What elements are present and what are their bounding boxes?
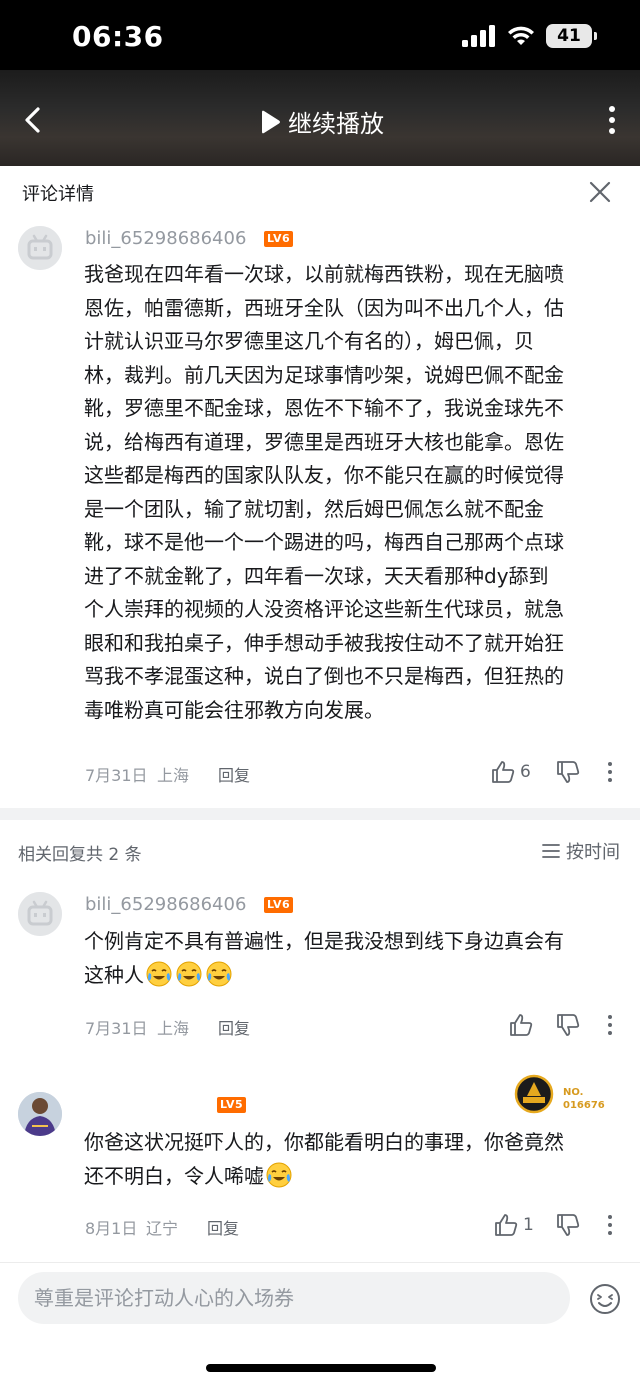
thumbs-down-icon[interactable] bbox=[555, 1012, 581, 1038]
level-badge: LV6 bbox=[264, 897, 294, 913]
comment-line: 这些都是梅西的国家队队友，你不能只在赢的时候觉得 bbox=[84, 463, 564, 487]
comment-line: 说，给梅西有道理，罗德里是西班牙大核也能拿。恩佐 bbox=[84, 429, 564, 454]
comment-username[interactable]: bili_65298686406 bbox=[85, 228, 246, 249]
sheet-title: 评论详情 bbox=[22, 184, 94, 205]
more-vertical-icon[interactable] bbox=[604, 1213, 616, 1237]
comment-line: 眼和和我拍桌子，伸手想动手被我按住动不了就开始狂 bbox=[84, 630, 564, 655]
thumbs-up-icon[interactable] bbox=[508, 1012, 534, 1038]
reply-date: 8月1日 bbox=[85, 1219, 138, 1238]
comment-line: 恩佐，帕雷德斯，西班牙全队（因为叫不出几个人，估 bbox=[84, 295, 564, 320]
reply-line: 个例肯定不具有普遍性，但是我没想到线下身边真会有 bbox=[84, 929, 564, 953]
like-count: 1 bbox=[523, 1215, 534, 1235]
level-badge: LV6 bbox=[264, 231, 294, 247]
comment-line: 是一个团队，输了就切割，然后姆巴佩怎么就不配金 bbox=[84, 496, 544, 521]
comment-date: 7月31日 bbox=[85, 766, 148, 785]
more-vertical-icon[interactable] bbox=[606, 104, 618, 136]
back-arrow-icon[interactable] bbox=[18, 100, 50, 140]
fan-medal-number: NO. 016676 bbox=[563, 1087, 605, 1111]
thumbs-down-icon[interactable] bbox=[555, 759, 581, 785]
comment-line: 林，裁判。前几天因为足球事情吵架，说姆巴佩不配金 bbox=[84, 362, 564, 387]
crying-laugh-emoji-icon bbox=[176, 961, 202, 986]
close-icon[interactable] bbox=[588, 180, 612, 204]
avatar[interactable] bbox=[18, 892, 62, 936]
reply-line: 还不明白，令人唏嘘 bbox=[84, 1163, 264, 1188]
comment-line: 我爸现在四年看一次球，以前就梅西铁粉，现在无脑喷 bbox=[84, 262, 564, 286]
reply-button[interactable]: 回复 bbox=[207, 1215, 239, 1239]
reply-body: 你爸这状况挺吓人的，你都能看明白的事理，你爸竟然 还不明白，令人唏嘘 bbox=[84, 1126, 624, 1193]
sort-button[interactable]: 按时间 bbox=[542, 838, 620, 864]
reply-line: 这种人 bbox=[84, 962, 144, 987]
comment-location: 上海 bbox=[157, 766, 190, 785]
more-vertical-icon[interactable] bbox=[604, 1013, 616, 1037]
comment-input[interactable]: 尊重是评论打动人心的入场券 bbox=[18, 1272, 570, 1324]
thumbs-up-icon[interactable] bbox=[490, 759, 516, 785]
battery-indicator: 41 bbox=[546, 24, 597, 48]
user-photo-avatar bbox=[18, 1092, 62, 1136]
avatar[interactable] bbox=[18, 1092, 62, 1136]
avatar[interactable] bbox=[18, 226, 62, 270]
emoji-icon[interactable] bbox=[588, 1282, 622, 1316]
more-vertical-icon[interactable] bbox=[604, 760, 616, 784]
comment-line: 骂我不孝混蛋这种，说白了倒也不只是梅西，但狂热的 bbox=[84, 664, 564, 688]
comment-line: 靴，罗德里不配金球，恩佐不下输不了，我说金球先不 bbox=[84, 396, 564, 420]
crying-laugh-emoji-icon bbox=[266, 1162, 292, 1187]
default-avatar-icon bbox=[18, 892, 62, 936]
section-divider bbox=[0, 808, 640, 820]
reply-body: 个例肯定不具有普遍性，但是我没想到线下身边真会有 这种人 bbox=[84, 925, 624, 992]
comment-line: 个人崇拜的视频的人没资格评论这些新生代球员，就急 bbox=[84, 597, 564, 621]
reply-line-with-emoji: 还不明白，令人唏嘘 bbox=[84, 1160, 624, 1194]
signal-icon bbox=[462, 25, 495, 47]
fan-medal-badge-icon bbox=[514, 1074, 554, 1114]
level-badge: LV5 bbox=[217, 1097, 247, 1113]
reply-button[interactable]: 回复 bbox=[218, 762, 250, 786]
crying-laugh-emoji-icon bbox=[206, 961, 232, 986]
sort-label: 按时间 bbox=[566, 842, 620, 863]
sort-icon bbox=[542, 844, 560, 858]
continue-play-button[interactable]: 继续播放 bbox=[258, 104, 384, 139]
reply-location: 上海 bbox=[157, 1019, 190, 1038]
comment-body: 我爸现在四年看一次球，以前就梅西铁粉，现在无脑喷 恩佐，帕雷德斯，西班牙全队（因… bbox=[84, 258, 624, 727]
thumbs-down-icon[interactable] bbox=[555, 1212, 581, 1238]
reply-date: 7月31日 bbox=[85, 1019, 148, 1038]
comment-line: 靴，球不是他一个一个踢进的吗，梅西自己那两个点球 bbox=[84, 530, 564, 554]
crying-laugh-emoji-icon bbox=[146, 961, 172, 986]
reply-location: 辽宁 bbox=[146, 1219, 179, 1238]
reply-button[interactable]: 回复 bbox=[218, 1015, 250, 1039]
reply-line: 你爸这状况挺吓人的，你都能看明白的事理，你爸竟然 bbox=[84, 1130, 564, 1154]
like-count: 6 bbox=[520, 762, 531, 782]
reply-username[interactable]: bili_65298686406 bbox=[85, 894, 246, 915]
default-avatar-icon bbox=[18, 226, 62, 270]
comment-line: 毒唯粉真可能会往邪教方向发展。 bbox=[84, 697, 384, 722]
home-indicator bbox=[206, 1364, 436, 1372]
replies-count: 相关回复共 2 条 bbox=[18, 845, 142, 865]
status-time: 06:36 bbox=[72, 20, 164, 53]
reply-username-blurred[interactable] bbox=[85, 1094, 207, 1116]
thumbs-up-icon[interactable] bbox=[493, 1212, 519, 1238]
reply-line-with-emoji: 这种人 bbox=[84, 959, 624, 993]
wifi-icon bbox=[508, 26, 534, 45]
comment-line: 计就认识亚马尔罗德里这几个有名的），姆巴佩，贝 bbox=[84, 329, 534, 353]
play-icon bbox=[262, 110, 280, 133]
comment-line: 进了不就金靴了，四年看一次球，天天看那种dy舔到 bbox=[84, 563, 549, 588]
continue-play-label: 继续播放 bbox=[288, 110, 384, 138]
status-icons: 41 bbox=[462, 24, 597, 48]
